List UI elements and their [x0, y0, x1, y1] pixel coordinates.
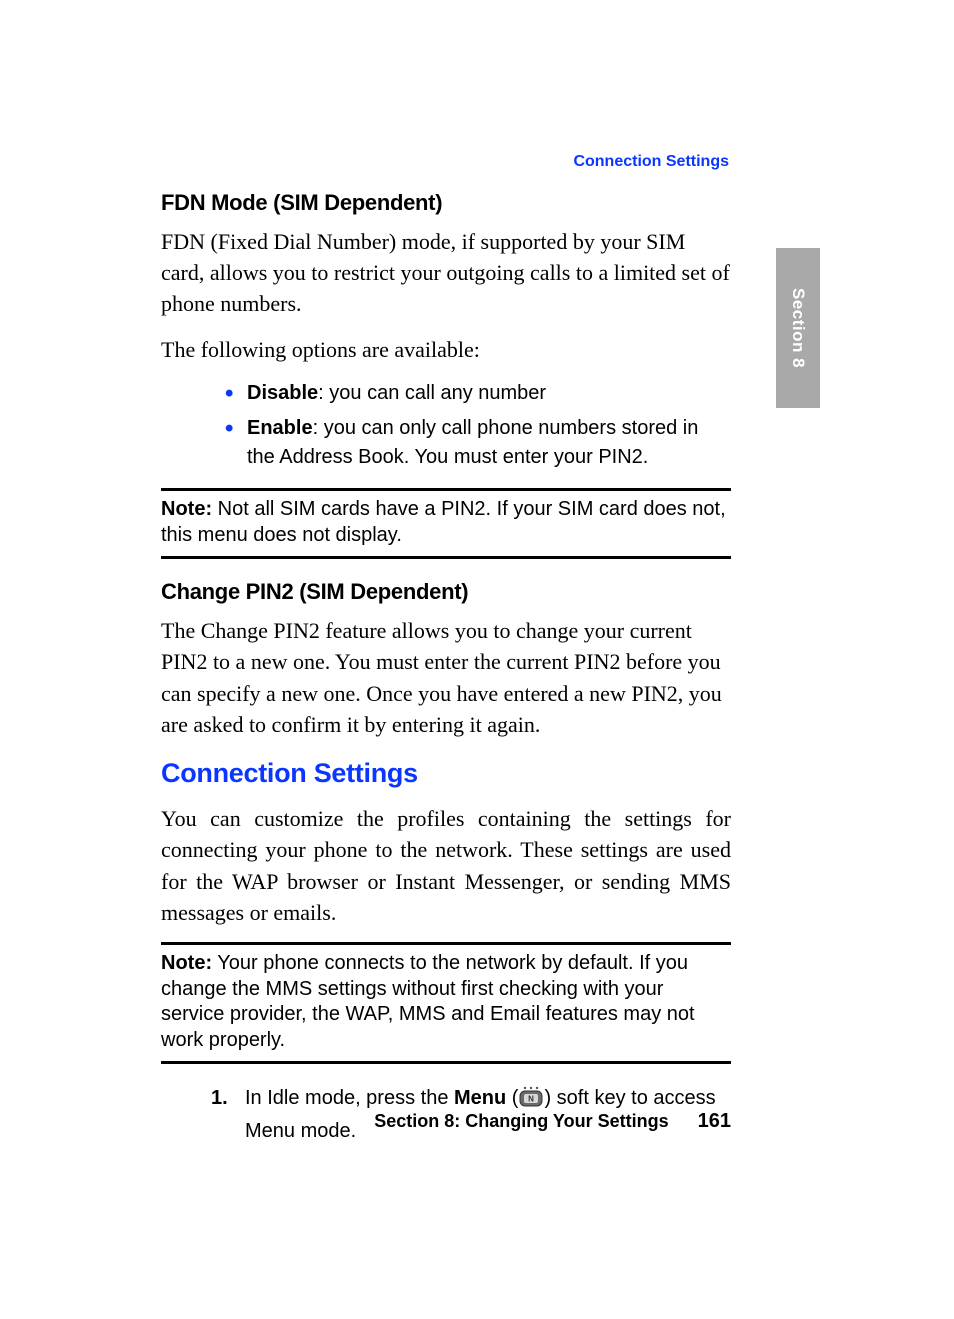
- fdn-options-list: Disable: you can call any number Enable:…: [161, 379, 731, 472]
- page: Connection Settings Section 8 FDN Mode (…: [0, 0, 954, 1319]
- running-header: Connection Settings: [573, 153, 729, 171]
- note-label: Note:: [161, 952, 212, 974]
- section-tab: Section 8: [776, 248, 820, 408]
- fdn-paragraph-1: FDN (Fixed Dial Number) mode, if support…: [161, 226, 731, 320]
- page-number: 161: [698, 1110, 731, 1133]
- fdn-paragraph-2: The following options are available:: [161, 334, 731, 365]
- option-label: Disable: [247, 382, 318, 404]
- page-footer: Section 8: Changing Your Settings 161: [161, 1110, 731, 1133]
- fdn-option-disable: Disable: you can call any number: [225, 379, 731, 408]
- footer-section: Section 8: Changing Your Settings: [374, 1111, 668, 1131]
- note-text: Note: Your phone connects to the network…: [161, 951, 731, 1053]
- option-text: : you can only call phone numbers stored…: [247, 417, 698, 468]
- pin2-heading: Change PIN2 (SIM Dependent): [161, 579, 731, 605]
- section-tab-label: Section 8: [788, 288, 808, 368]
- connection-paragraph: You can customize the profiles containin…: [161, 803, 731, 928]
- fdn-option-enable: Enable: you can only call phone numbers …: [225, 414, 731, 472]
- option-label: Enable: [247, 417, 313, 439]
- menu-label: Menu: [454, 1087, 506, 1109]
- note-body: Your phone connects to the network by de…: [161, 952, 695, 1051]
- option-text: : you can call any number: [318, 382, 546, 404]
- content-area: FDN Mode (SIM Dependent) FDN (Fixed Dial…: [161, 190, 731, 1146]
- pin2-paragraph: The Change PIN2 feature allows you to ch…: [161, 615, 731, 740]
- step-text: (: [506, 1087, 518, 1109]
- connection-settings-heading: Connection Settings: [161, 758, 731, 789]
- svg-text:N: N: [529, 1095, 535, 1104]
- note-box-2: Note: Your phone connects to the network…: [161, 942, 731, 1064]
- fdn-heading: FDN Mode (SIM Dependent): [161, 190, 731, 216]
- note-body: Not all SIM cards have a PIN2. If your S…: [161, 498, 726, 546]
- note-label: Note:: [161, 498, 212, 520]
- note-box-1: Note: Not all SIM cards have a PIN2. If …: [161, 488, 731, 559]
- step-text: In Idle mode, press the: [245, 1087, 454, 1109]
- note-text: Note: Not all SIM cards have a PIN2. If …: [161, 497, 731, 548]
